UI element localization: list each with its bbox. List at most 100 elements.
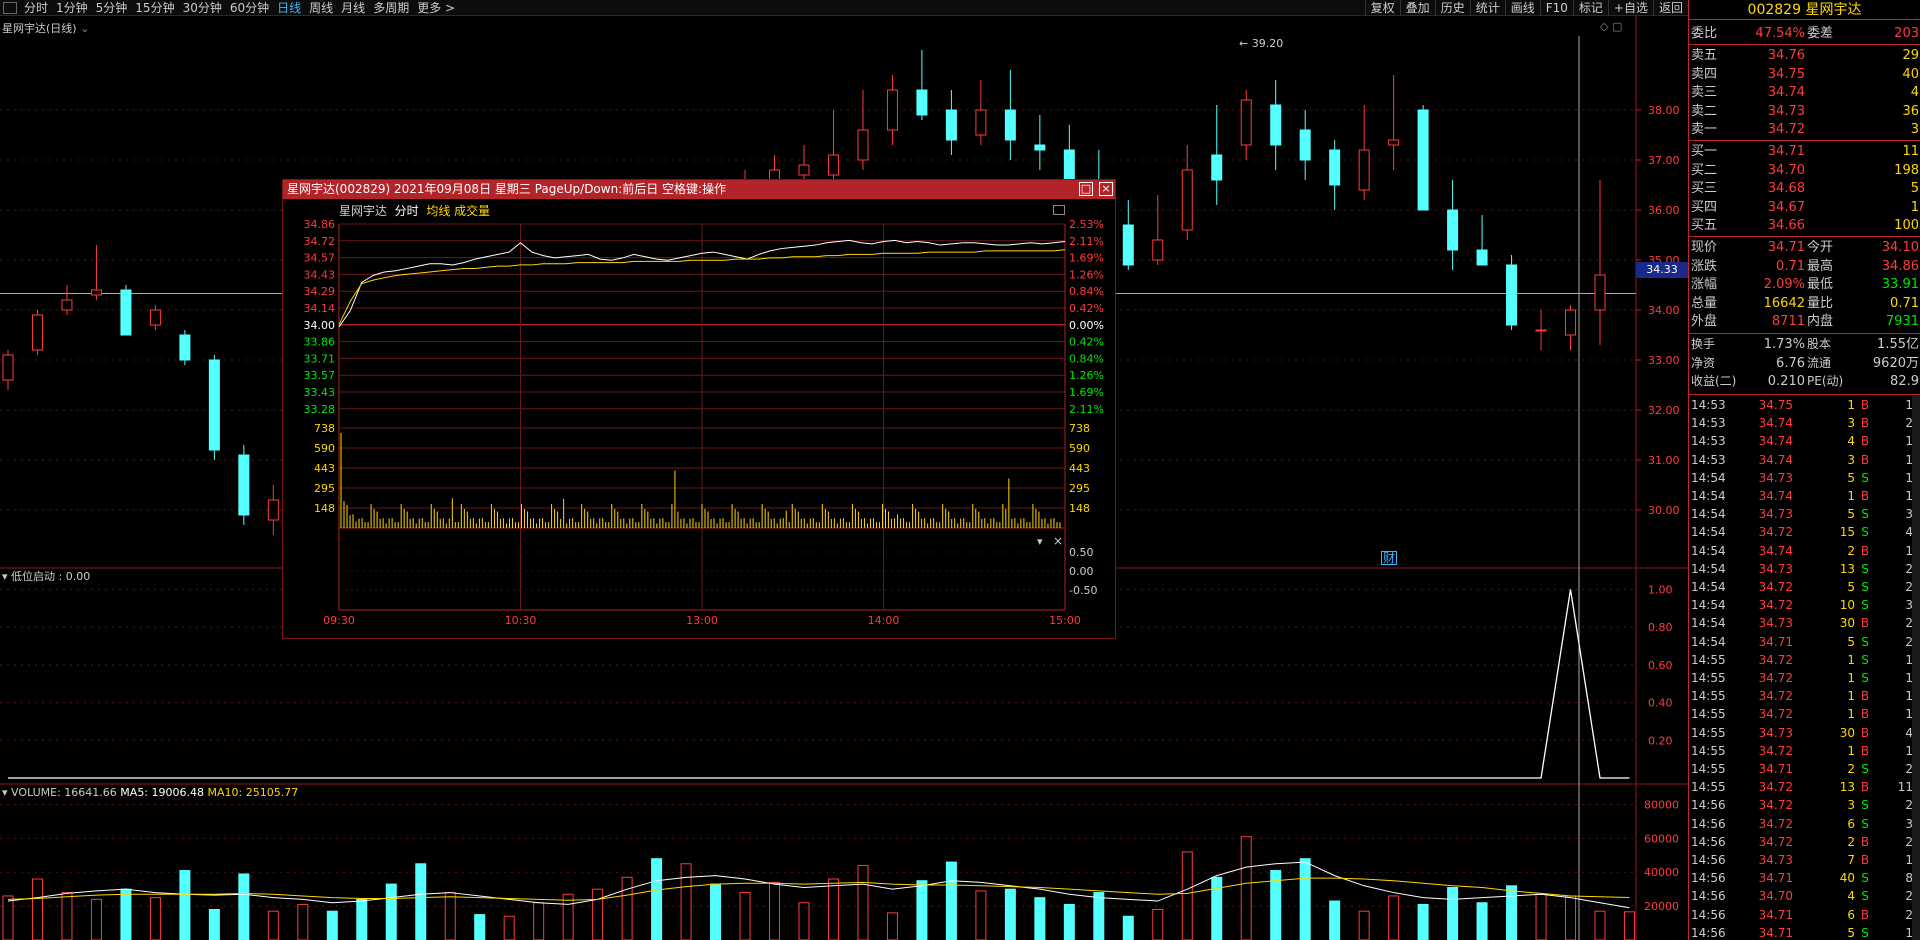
tick-cell: 1 bbox=[1847, 489, 1855, 503]
candle bbox=[267, 485, 279, 535]
tick-cell: S bbox=[1861, 925, 1869, 940]
volume-bar bbox=[356, 898, 368, 940]
tick-cell: 3 bbox=[1905, 816, 1913, 831]
tick-row: 14:54 34.73 13 S 2 bbox=[1691, 560, 1920, 578]
chart-tool-icons: ◇ ▢ bbox=[1600, 20, 1622, 33]
volume-bar bbox=[1447, 886, 1459, 940]
popup-vol-label-right: 738 bbox=[1069, 422, 1090, 435]
volume-chevron-icon[interactable]: ▾ bbox=[2, 786, 8, 799]
separator bbox=[1689, 140, 1920, 141]
tick-row: 14:55 34.72 1 B 1 bbox=[1691, 687, 1920, 705]
popup-price-label: 34.86 bbox=[304, 218, 336, 231]
candle bbox=[31, 310, 43, 355]
finance-event-marker[interactable]: 财 bbox=[1381, 551, 1398, 565]
candle bbox=[1329, 140, 1341, 210]
tick-cell: 1 bbox=[1905, 671, 1913, 685]
tick-cell: 34.73 bbox=[1758, 507, 1793, 522]
close-icon[interactable]: × bbox=[1099, 182, 1113, 196]
candle bbox=[1506, 255, 1518, 330]
tick-cell: 34.73 bbox=[1758, 616, 1793, 631]
buy-price: 34.68 bbox=[1767, 181, 1805, 196]
tick-cell: 2 bbox=[1905, 762, 1913, 776]
popup-time-label: 14:00 bbox=[868, 614, 900, 627]
intraday-popup: 星网宇达(002829) 2021年09月08日 星期三 PageUp/Down… bbox=[282, 179, 1116, 639]
candle bbox=[1299, 110, 1311, 180]
buy-price: 34.66 bbox=[1767, 218, 1805, 233]
popup-ind-label: 0.50 bbox=[1069, 546, 1094, 559]
volume-bar bbox=[1122, 915, 1134, 940]
stat-label: 内盘 bbox=[1807, 314, 1834, 329]
popup-ind-label: 0.00 bbox=[1069, 565, 1094, 578]
tick-cell: 1 bbox=[1905, 452, 1913, 467]
volume-bar bbox=[444, 892, 456, 940]
volume-bar bbox=[562, 893, 574, 940]
buy-level-label: 买二 bbox=[1691, 162, 1718, 178]
diamond-icon[interactable]: ◇ bbox=[1600, 20, 1608, 33]
tick-cell: 14:56 bbox=[1691, 816, 1726, 831]
candle-body bbox=[857, 129, 869, 161]
tick-row: 14:53 34.74 4 B 1 bbox=[1691, 432, 1920, 450]
indicator-tick-label: 0.60 bbox=[1648, 659, 1673, 672]
chevron-down-icon[interactable]: ⌄ bbox=[80, 22, 89, 35]
candle-body bbox=[238, 454, 250, 516]
tick-cell: 13 bbox=[1839, 780, 1855, 795]
maximize-icon[interactable]: □ bbox=[1079, 182, 1093, 196]
volume-bar bbox=[1388, 895, 1400, 940]
volume-bar bbox=[886, 912, 898, 940]
stat-value: 34.71 bbox=[1767, 240, 1805, 255]
ma10-line bbox=[7, 877, 1630, 901]
candle bbox=[149, 305, 161, 330]
tick-cell: B bbox=[1860, 616, 1870, 631]
volume-bar bbox=[297, 903, 309, 940]
popup-ind-close-icon[interactable]: × bbox=[1053, 534, 1063, 548]
tick-cell: 15 bbox=[1839, 525, 1855, 540]
tick-cell: 34.74 bbox=[1758, 452, 1793, 467]
tick-cell: 34.72 bbox=[1758, 834, 1793, 849]
tick-cell: 5 bbox=[1847, 507, 1855, 522]
tick-cell: 4 bbox=[1905, 525, 1913, 540]
expand-icon[interactable]: ▢ bbox=[1612, 20, 1622, 33]
tick-cell: S bbox=[1861, 671, 1869, 685]
popup-price-label: 34.00 bbox=[304, 319, 336, 332]
popup-pct-label: 1.26% bbox=[1069, 268, 1104, 281]
popup-pct-label: 0.84% bbox=[1069, 352, 1104, 365]
volume-bar bbox=[61, 892, 73, 940]
tick-cell: 30 bbox=[1839, 725, 1855, 740]
tick-cell: 11 bbox=[1897, 780, 1913, 795]
tick-cell: B bbox=[1860, 416, 1870, 431]
tick-cell: B bbox=[1860, 780, 1870, 795]
tick-cell: 14:56 bbox=[1691, 853, 1726, 867]
quote-header: 002829 星网宇达 bbox=[1689, 0, 1920, 20]
volume-bar bbox=[1063, 903, 1075, 940]
tick-cell: 5 bbox=[1847, 580, 1855, 594]
tick-scrollbar[interactable] bbox=[1912, 396, 1920, 940]
volume-bar bbox=[326, 910, 338, 940]
candle bbox=[1447, 180, 1459, 270]
tick-cell: 4 bbox=[1847, 434, 1855, 449]
stat2-value: 1.55亿 bbox=[1877, 337, 1919, 352]
popup-title-bar[interactable]: 星网宇达(002829) 2021年09月08日 星期三 PageUp/Down… bbox=[283, 180, 1115, 199]
tick-cell: 2 bbox=[1905, 634, 1913, 649]
tick-cell: S bbox=[1861, 889, 1869, 904]
volume-bar bbox=[31, 878, 43, 940]
tick-cell: 10 bbox=[1839, 598, 1855, 613]
popup-vol-label-right: 443 bbox=[1069, 462, 1090, 475]
volume-bar bbox=[1476, 902, 1488, 940]
tick-cell: 14:55 bbox=[1691, 743, 1726, 758]
tick-cell: 34.73 bbox=[1758, 853, 1793, 867]
candle-body bbox=[90, 289, 102, 296]
high-price-label: ← 39.20 bbox=[1239, 37, 1284, 50]
candle bbox=[1476, 215, 1488, 266]
tick-row: 14:55 34.71 2 S 2 bbox=[1691, 760, 1920, 778]
stat-value: 8711 bbox=[1771, 314, 1805, 329]
weicha-value: 203 bbox=[1894, 26, 1919, 41]
candle-body bbox=[1565, 309, 1577, 336]
indicator-chevron-icon[interactable]: ▾ bbox=[2, 570, 8, 583]
popup-ind-dropdown-icon[interactable]: ▾ bbox=[1037, 535, 1043, 548]
tick-row: 14:56 34.73 7 B 1 bbox=[1691, 851, 1920, 869]
candle-body bbox=[1476, 249, 1488, 266]
tick-row: 14:53 34.75 1 B 1 bbox=[1691, 396, 1920, 414]
popup-vol-label: 443 bbox=[314, 462, 335, 475]
volume-bar bbox=[1358, 910, 1370, 940]
current-price-marker: 34.33 bbox=[1636, 262, 1688, 278]
